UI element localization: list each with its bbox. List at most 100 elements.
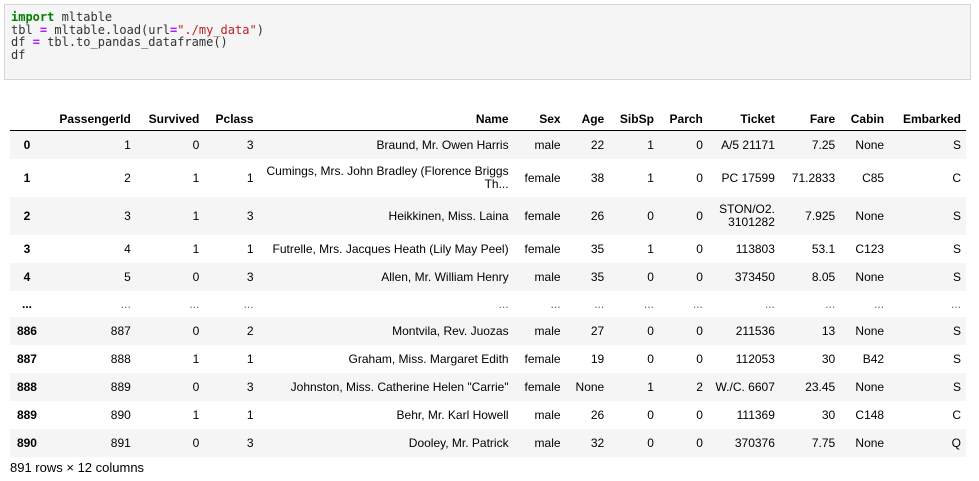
column-header: Survived bbox=[135, 108, 205, 131]
dataframe-output: PassengerId Survived Pclass Name Sex Age SibSp… bbox=[10, 108, 969, 457]
table-row: 890 891 0 3 Dooley, Mr. Patrick male 32 0 0 37037… bbox=[10, 429, 966, 457]
table-header-row: PassengerId Survived Pclass Name Sex Age SibSp… bbox=[10, 108, 966, 131]
table-cell: female bbox=[524, 242, 561, 256]
table-cell: 1 bbox=[647, 138, 654, 152]
table-cell: 1 bbox=[192, 242, 200, 256]
column-header: Fare bbox=[779, 108, 841, 131]
table-cell: Futrelle, Mrs. Jacques Heath (Lily May P… bbox=[272, 242, 509, 256]
row-index: 889 bbox=[16, 408, 37, 422]
table-cell: 27 bbox=[590, 324, 605, 338]
table-ellipsis-row: ....................................... bbox=[10, 291, 966, 317]
code-token: tbl.to_pandas_dataframe() bbox=[39, 35, 228, 50]
table-cell: 3 bbox=[246, 138, 254, 152]
table-cell: 38 bbox=[590, 171, 605, 185]
row-index: 1 bbox=[23, 171, 31, 185]
table-cell: 1 bbox=[246, 171, 254, 185]
table-cell: None bbox=[855, 436, 885, 450]
table-cell: 19 bbox=[590, 352, 605, 366]
table-cell: Graham, Miss. Margaret Edith bbox=[348, 352, 509, 366]
table-cell: Behr, Mr. Karl Howell bbox=[396, 408, 509, 422]
table-cell: 0 bbox=[647, 436, 654, 450]
table-cell: 0 bbox=[696, 171, 703, 185]
table-cell: 5 bbox=[124, 270, 131, 284]
table-cell: 3 bbox=[124, 209, 131, 223]
table-cell: S bbox=[952, 324, 961, 338]
table-cell: None bbox=[855, 380, 885, 394]
table-cell: None bbox=[855, 138, 885, 152]
table-cell: C148 bbox=[855, 408, 885, 422]
table-cell: 0 bbox=[192, 270, 200, 284]
table-cell: male bbox=[534, 270, 561, 284]
table-cell: 3 bbox=[246, 209, 254, 223]
column-header: PassengerId bbox=[43, 108, 136, 131]
table-cell: C bbox=[952, 171, 961, 185]
table-cell: 113803 bbox=[735, 242, 775, 256]
dataframe-shape-label: 891 rows × 12 columns bbox=[10, 460, 145, 475]
table-cell: ... bbox=[643, 297, 654, 311]
table-row: 3 4 1 1 Futrelle, Mrs. Jacques Heath (Lily M… bbox=[10, 235, 966, 263]
table-cell: 0 bbox=[647, 270, 654, 284]
row-index: ... bbox=[21, 297, 32, 311]
table-cell: 30 bbox=[821, 408, 836, 422]
table-cell: 112053 bbox=[735, 352, 775, 366]
table-cell: A/5 21171 bbox=[721, 138, 775, 152]
column-header: SibSp bbox=[609, 108, 659, 131]
table-cell: 370376 bbox=[734, 436, 775, 450]
table-cell: 30 bbox=[821, 352, 836, 366]
table-cell: male bbox=[534, 138, 561, 152]
table-cell: Braund, Mr. Owen Harris bbox=[376, 138, 509, 152]
table-cell: 0 bbox=[647, 324, 654, 338]
table-cell: 23.45 bbox=[805, 380, 836, 394]
column-header: Ticket bbox=[707, 108, 780, 131]
table-cell: C bbox=[952, 408, 961, 422]
row-index: 886 bbox=[16, 324, 37, 338]
table-cell: 7.25 bbox=[811, 138, 836, 152]
table-cell: 0 bbox=[696, 270, 703, 284]
table-cell: 0 bbox=[696, 352, 703, 366]
table-cell: female bbox=[524, 352, 561, 366]
table-cell: female bbox=[524, 171, 561, 185]
table-cell: 1 bbox=[124, 138, 131, 152]
table-cell: Dooley, Mr. Patrick bbox=[408, 436, 509, 450]
table-cell: 13 bbox=[821, 324, 836, 338]
table-row: 1 2 1 1 Cumings, Mrs. John Bradley (Florence… bbox=[10, 159, 966, 197]
table-row: 887 888 1 1 Graham, Miss. Margaret Edith fema… bbox=[10, 345, 966, 373]
table-cell: 1 bbox=[246, 408, 254, 422]
table-cell: 26 bbox=[590, 209, 605, 223]
table-cell: 32 bbox=[590, 436, 605, 450]
table-row: 889 890 1 1 Behr, Mr. Karl Howell male 26 0 0 111… bbox=[10, 401, 966, 429]
table-cell: 0 bbox=[647, 209, 654, 223]
table-cell: 0 bbox=[192, 324, 200, 338]
table-cell: ... bbox=[189, 297, 200, 311]
table-cell: None bbox=[575, 380, 605, 394]
table-cell: 1 bbox=[192, 352, 200, 366]
table-cell: 888 bbox=[110, 352, 131, 366]
table-cell: 8.05 bbox=[811, 270, 836, 284]
column-header: Cabin bbox=[840, 108, 890, 131]
table-cell: ... bbox=[594, 297, 605, 311]
table-cell: 26 bbox=[590, 408, 605, 422]
table-cell: female bbox=[524, 380, 561, 394]
table-cell: 0 bbox=[696, 436, 703, 450]
table-cell: 111369 bbox=[736, 408, 775, 422]
code-line: df bbox=[11, 48, 964, 62]
table-cell: None bbox=[855, 324, 885, 338]
column-header: Age bbox=[565, 108, 610, 131]
table-cell: 1 bbox=[192, 408, 200, 422]
table-cell: 7.925 bbox=[805, 209, 836, 223]
table-cell: C85 bbox=[862, 171, 885, 185]
table-cell: 2 bbox=[124, 171, 131, 185]
table-cell: 0 bbox=[696, 242, 703, 256]
table-cell: Allen, Mr. William Henry bbox=[381, 270, 509, 284]
table-cell: 889 bbox=[110, 380, 131, 394]
table-cell: ... bbox=[243, 297, 254, 311]
table-row: 888 889 0 3 Johnston, Miss. Catherine Helen … bbox=[10, 373, 966, 401]
table-cell: 1 bbox=[647, 171, 654, 185]
table-cell: STON/O2. 3101282 bbox=[719, 202, 775, 229]
table-cell: Heikkinen, Miss. Laina bbox=[388, 209, 509, 223]
table-cell: 211536 bbox=[735, 324, 775, 338]
table-body: 0 1 0 3 Braund, Mr. Owen Harris male 22 1 0 A/5 2… bbox=[10, 130, 966, 457]
table-cell: 0 bbox=[696, 209, 703, 223]
code-cell[interactable]: import mltable tbl = mltable.load(url="./… bbox=[4, 4, 971, 80]
table-cell: ... bbox=[120, 297, 131, 311]
